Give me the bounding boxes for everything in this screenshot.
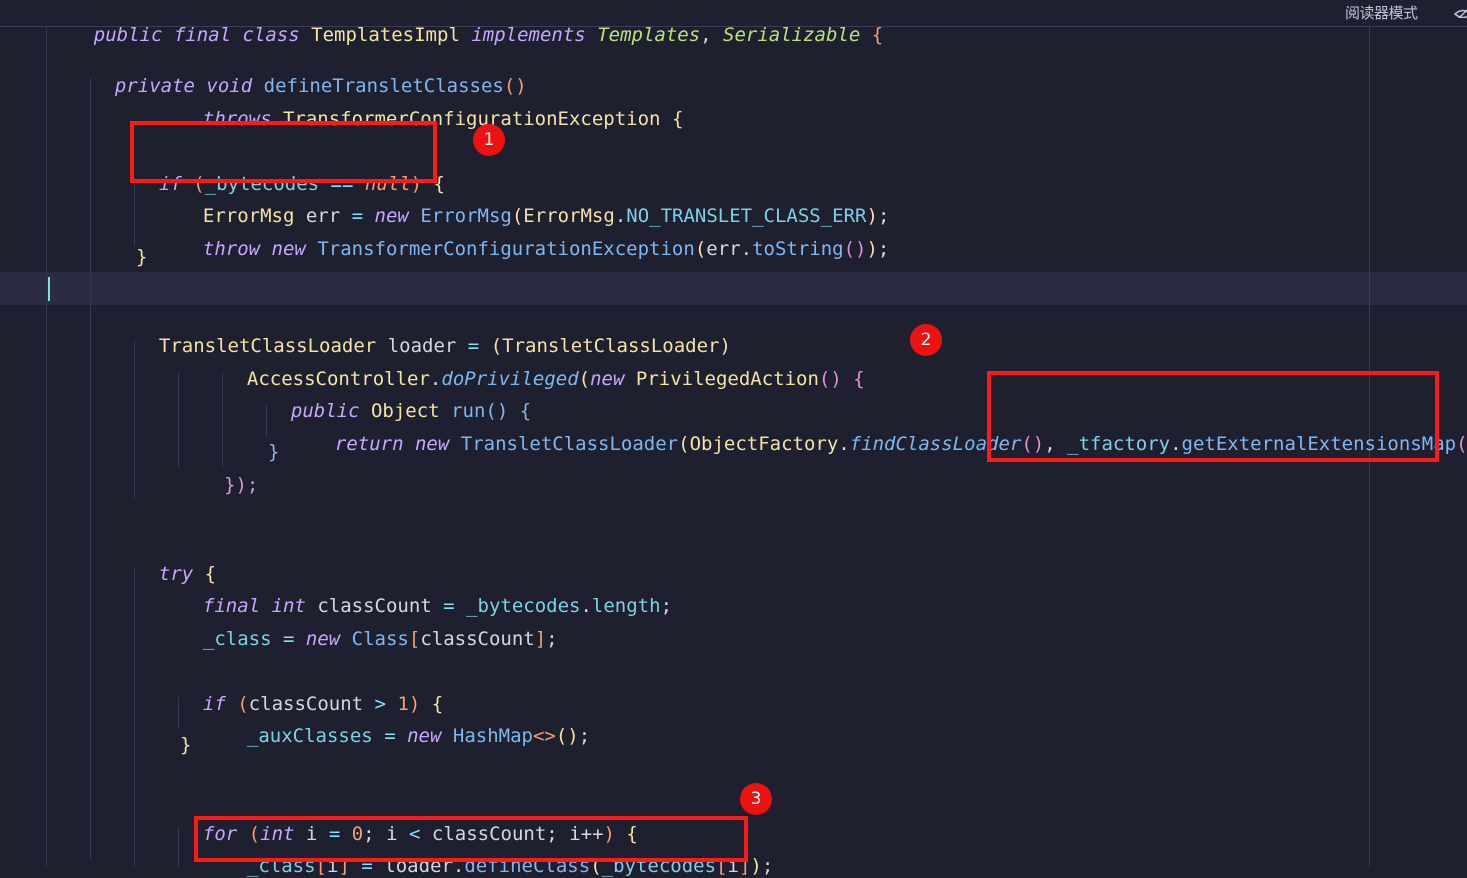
call-tostring: toString xyxy=(752,238,844,260)
paren: () xyxy=(555,725,579,747)
interface-serializable: Serializable xyxy=(723,24,861,46)
comma: , xyxy=(700,24,712,46)
indent-guide xyxy=(266,405,267,437)
kw-new: new xyxy=(414,433,450,455)
dot: . xyxy=(838,433,850,455)
code-line-throw: throw new TransformerConfigurationExcept… xyxy=(180,213,889,260)
interface-templates: Templates xyxy=(597,24,701,46)
code-line-if-count: if (classCount > 1) { xyxy=(180,668,443,715)
annotation-marker-2: 2 xyxy=(910,324,942,356)
code-line-method-signature: private void defineTransletClasses() xyxy=(92,50,527,97)
code-line-classcount: final int classCount = _bytecodes.length… xyxy=(180,570,672,617)
text-cursor xyxy=(48,277,50,301)
indent-guide xyxy=(222,372,223,468)
kw-class: class xyxy=(242,24,300,46)
indent-guide xyxy=(90,78,91,860)
indent-guide xyxy=(178,827,179,867)
diamond: <> xyxy=(532,725,556,747)
kw-final: final xyxy=(173,24,232,46)
current-line-highlight xyxy=(0,272,1467,305)
paren: ) xyxy=(750,855,762,877)
operator: = xyxy=(282,628,295,650)
paren: ) xyxy=(866,238,878,260)
eye-off-icon[interactable] xyxy=(1454,4,1467,18)
iface: PrivilegedAction xyxy=(635,368,819,390)
indent-guide xyxy=(134,567,135,867)
paren: () xyxy=(818,368,842,390)
code-line-class-array: _class = new Class[classCount]; xyxy=(180,603,558,650)
paren: () xyxy=(843,238,867,260)
code-line-loader: TransletClassLoader loader = (TransletCl… xyxy=(136,310,731,357)
ctor: HashMap xyxy=(452,725,533,747)
kw-new: new xyxy=(590,368,625,390)
annotation-box-1 xyxy=(130,121,437,183)
kw-new: new xyxy=(407,725,442,747)
operator: = xyxy=(384,725,396,747)
code-line-try: try { xyxy=(136,538,216,585)
bracket: [ xyxy=(408,628,421,650)
brace: { xyxy=(871,24,884,46)
semicolon: ; xyxy=(578,725,591,747)
dot: . xyxy=(580,595,592,617)
paren: ( xyxy=(678,433,690,455)
bracket: ] xyxy=(534,628,547,650)
paren: () xyxy=(1456,433,1467,455)
annotation-marker-1: 1 xyxy=(473,124,505,156)
ctor: TransletClassLoader xyxy=(460,433,679,455)
class-ref: ObjectFactory xyxy=(689,433,839,455)
code-line-errormsg: ErrorMsg err = new ErrorMsg(ErrorMsg.NO_… xyxy=(180,180,890,227)
brace: { xyxy=(671,108,684,130)
paren: ( xyxy=(578,368,591,390)
code-line-class-header: public final class TemplatesImpl impleme… xyxy=(48,0,883,46)
code-line-close-brace: } xyxy=(180,734,192,756)
sticky-class-header[interactable]: public final class TemplatesImpl impleme… xyxy=(0,0,1467,46)
prop-length: length xyxy=(591,595,661,617)
annotation-marker-3: 3 xyxy=(740,783,772,815)
semicolon: ; xyxy=(660,595,673,617)
annotation-box-3 xyxy=(194,816,748,862)
kw-public: public xyxy=(93,24,163,46)
code-line-close-brace: } xyxy=(268,441,280,463)
semicolon: ; xyxy=(546,628,558,650)
indent-guide xyxy=(178,697,179,729)
kw-new: new xyxy=(271,238,306,260)
kw-return: return xyxy=(334,433,404,455)
brace: { xyxy=(853,368,865,390)
indent-guide xyxy=(134,340,135,498)
code-line-close-anon: }); xyxy=(224,474,259,496)
code-line-auxclasses: _auxClasses = new HashMap<>(); xyxy=(224,700,590,747)
code-line-access-controller: AccessController.doPrivileged(new Privil… xyxy=(224,343,865,390)
class-name: TemplatesImpl xyxy=(311,24,460,46)
ctor: Class xyxy=(351,628,409,650)
kw-if: if xyxy=(202,693,226,715)
indent-guide xyxy=(178,372,179,468)
var-classcount: classCount xyxy=(420,628,535,650)
field-auxclasses: _auxClasses xyxy=(246,725,373,747)
paren: ( xyxy=(694,238,707,260)
indent-guide xyxy=(46,27,47,867)
ctor: TransformerConfigurationException xyxy=(317,238,695,260)
reader-mode-button[interactable]: 阅读器模式 xyxy=(1345,2,1418,23)
indent-guide xyxy=(134,178,135,246)
kw-throw: throw xyxy=(202,238,261,260)
annotation-box-2 xyxy=(987,371,1439,462)
code-line-throws: throws TransformerConfigurationException… xyxy=(180,83,684,130)
semicolon: ; xyxy=(877,238,890,260)
code-line-run: public Object run() { xyxy=(268,375,531,422)
var-err: err xyxy=(706,238,741,260)
field-class: _class xyxy=(202,628,272,650)
semicolon: ; xyxy=(761,855,774,877)
code-line-close-brace: } xyxy=(136,246,148,268)
kw-implements: implements xyxy=(471,24,586,46)
kw-new: new xyxy=(305,628,341,650)
dot: . xyxy=(740,238,753,260)
